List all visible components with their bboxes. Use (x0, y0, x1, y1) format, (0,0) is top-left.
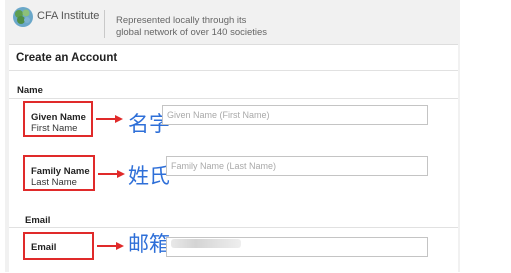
name-section-heading: Name (17, 85, 43, 96)
family-name-arrow-icon (98, 170, 125, 178)
email-label: Email (31, 242, 57, 253)
redacted-email-blur (171, 239, 241, 248)
logo-text[interactable]: CFA Institute (37, 10, 99, 22)
tagline-line-2: global network of over 140 societies (116, 27, 268, 38)
first-name-sublabel: First Name (31, 123, 78, 134)
email-arrow-icon (97, 242, 124, 250)
name-divider (9, 98, 458, 99)
last-name-sublabel: Last Name (31, 177, 77, 188)
email-section-heading: Email (25, 215, 51, 226)
tagline: Represented locally through its global n… (116, 15, 316, 39)
site-header: CFA Institute Represented locally throug… (5, 0, 460, 44)
given-name-input[interactable] (162, 105, 428, 125)
family-name-annotation: 姓氏 (128, 164, 170, 188)
given-name-label: Given Name (31, 112, 86, 123)
title-divider (9, 70, 458, 71)
email-annotation: 邮箱 (128, 232, 170, 256)
family-name-label: Family Name (31, 166, 90, 177)
registration-panel: CFA Institute Represented locally throug… (5, 0, 460, 273)
header-divider (104, 10, 105, 38)
given-name-label-highlight: Given Name First Name (23, 101, 93, 137)
email-label-highlight: Email (23, 232, 94, 260)
family-name-input[interactable] (166, 156, 428, 176)
given-name-arrow-icon (96, 115, 123, 123)
card-title: Create an Account (16, 52, 118, 64)
cfa-logo-icon (13, 7, 33, 27)
family-name-label-highlight: Family Name Last Name (23, 155, 95, 191)
tagline-line-1: Represented locally through its (116, 15, 247, 26)
email-divider (9, 227, 458, 228)
